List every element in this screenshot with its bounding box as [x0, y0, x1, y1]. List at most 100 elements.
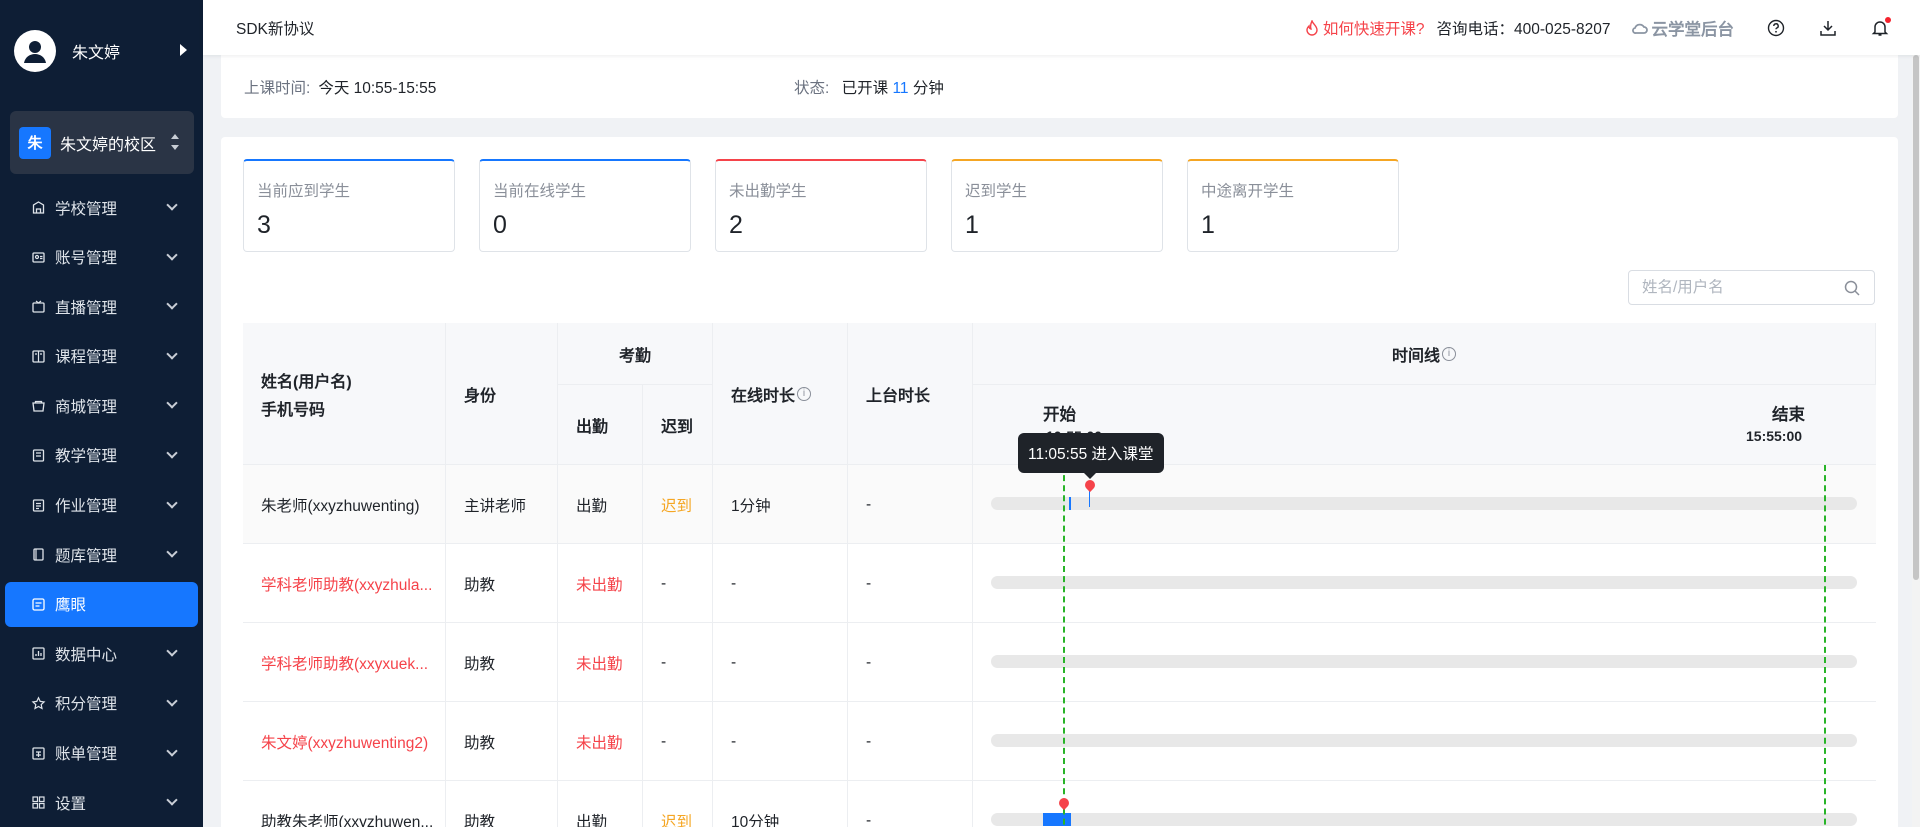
page-title: SDK新协议 — [236, 20, 315, 38]
stat-value: 0 — [493, 211, 507, 239]
sidebar-item[interactable]: 作业管理 — [5, 483, 198, 528]
sidebar-item[interactable]: 直播管理 — [5, 284, 198, 329]
campus-switcher[interactable]: 朱 朱文婷的校区 — [10, 111, 194, 174]
top-header: SDK新协议 如何快速开课? 咨询电话：400-025-8207 云学堂后台 — [203, 0, 1920, 55]
chevron-down-icon — [166, 645, 178, 658]
timeline-end-label: 结束 — [1772, 406, 1805, 424]
sidebar-item[interactable]: 积分管理 — [5, 681, 198, 726]
sidebar-menu: 学校管理账号管理直播管理课程管理 商城管理教学管理作业管理 题库管理鹰眼数据中心积分… — [0, 185, 203, 825]
stat-value: 2 — [729, 211, 743, 239]
caret-right-icon[interactable] — [180, 44, 187, 56]
timeline-start-label: 开始 — [1043, 406, 1076, 424]
th-role: 身份 — [446, 323, 558, 465]
stat-value: 1 — [965, 211, 979, 239]
th-present: 出勤 — [558, 385, 643, 465]
attendance-card: 当前应到学生 3 当前在线学生 0 未出勤学生 2 迟到学生 1 中途离开学生 1 姓名(用户名)… — [221, 137, 1898, 827]
quick-start-link[interactable]: 如何快速开课? — [1305, 17, 1425, 39]
sidebar-item[interactable]: 商城管理 — [5, 383, 198, 428]
user-name: 朱文婷 — [72, 44, 121, 62]
school-icon — [31, 200, 46, 215]
table-row[interactable]: 学科老师助教(xxyxuek... 助教 未出勤 - - - — [243, 623, 1876, 702]
cell-online: - — [713, 623, 848, 702]
online-segment — [1043, 813, 1071, 826]
cell-online: 1分钟 — [713, 465, 848, 544]
cell-late: - — [643, 623, 713, 702]
sidebar-item-label: 学校管理 — [55, 200, 118, 218]
time-value: 今天 10:55-15:55 — [318, 80, 437, 97]
sidebar-item[interactable]: 教学管理 — [5, 433, 198, 478]
time-label: 上课时间: — [244, 80, 311, 97]
cell-role: 助教 — [446, 623, 558, 702]
table-row[interactable]: 朱老师(xxyzhuwenting) 主讲老师 出勤 迟到 1分钟 - — [243, 465, 1876, 544]
cell-timeline — [973, 544, 1876, 623]
sidebar-item[interactable]: 课程管理 — [5, 334, 198, 379]
sidebar-item[interactable]: 账号管理 — [5, 235, 198, 280]
info-icon[interactable]: i — [797, 386, 812, 401]
cell-stage: - — [848, 465, 973, 544]
sidebar-item[interactable]: 题库管理 — [5, 532, 198, 577]
cell-role: 助教 — [446, 781, 558, 827]
settings-icon — [31, 795, 46, 810]
chevron-down-icon — [166, 248, 178, 261]
bell-icon[interactable] — [1870, 16, 1891, 38]
chevron-down-icon — [166, 744, 178, 757]
cell-role: 主讲老师 — [446, 465, 558, 544]
th-late: 迟到 — [643, 385, 713, 465]
sort-icon — [171, 134, 179, 150]
sidebar-item[interactable]: 设置 — [5, 780, 198, 825]
sidebar-item-label: 设置 — [55, 795, 87, 813]
search-icon[interactable] — [1844, 280, 1860, 296]
sidebar-item[interactable]: 账单管理 — [5, 731, 198, 776]
sidebar-item-label: 账号管理 — [55, 250, 118, 268]
sidebar-item[interactable]: 鹰眼 — [5, 581, 198, 627]
fire-icon — [1306, 19, 1318, 36]
data-icon — [31, 646, 46, 661]
cell-name: 助教朱老师(xxyzhuwen... — [243, 781, 446, 827]
user-menu[interactable]: 朱文婷 — [0, 0, 203, 101]
timeline-track — [991, 497, 1857, 510]
status-minutes: 11 — [892, 80, 909, 97]
search-input[interactable] — [1642, 278, 1832, 297]
timeline-track — [991, 734, 1857, 747]
chevron-down-icon — [166, 298, 178, 310]
cell-present: 未出勤 — [558, 623, 643, 702]
notification-dot — [1885, 16, 1891, 23]
cell-role: 助教 — [446, 544, 558, 623]
stat-value: 1 — [1201, 211, 1215, 239]
cell-timeline — [973, 781, 1876, 827]
cell-stage: - — [848, 623, 973, 702]
table-row[interactable]: 学科老师助教(xxyzhula... 助教 未出勤 - - - — [243, 544, 1876, 623]
cell-present: 未出勤 — [558, 544, 643, 623]
cell-late: - — [643, 702, 713, 781]
help-icon[interactable] — [1766, 18, 1786, 38]
th-name: 姓名(用户名) 手机号码 — [243, 323, 446, 465]
stat-value: 3 — [257, 211, 271, 239]
th-name-line1: 姓名(用户名) — [261, 373, 352, 391]
stat-label: 迟到学生 — [965, 183, 1028, 200]
end-guide-line — [1824, 465, 1826, 827]
th-stage: 上台时长 — [848, 323, 973, 465]
status-prefix: 已开课 — [841, 80, 889, 97]
sidebar-item[interactable]: 数据中心 — [5, 631, 198, 676]
online-segment — [1069, 497, 1071, 510]
shop-icon — [31, 398, 46, 413]
points-icon — [31, 696, 46, 711]
search-box[interactable] — [1628, 270, 1875, 305]
info-icon[interactable]: i — [1442, 346, 1456, 361]
sidebar-item-label: 鹰眼 — [55, 597, 87, 615]
stat-card: 当前应到学生 3 — [243, 159, 455, 252]
cell-timeline — [973, 702, 1876, 781]
user-icon — [24, 40, 46, 63]
sidebar-item[interactable]: 学校管理 — [5, 185, 198, 230]
quick-start-label: 如何快速开课? — [1322, 20, 1425, 38]
cell-name: 学科老师助教(xxyxuek... — [243, 623, 446, 702]
brand-link[interactable]: 云学堂后台 — [1631, 16, 1734, 40]
sidebar-item-label: 账单管理 — [55, 746, 118, 764]
sidebar-item-label: 直播管理 — [55, 299, 118, 317]
download-icon[interactable] — [1818, 18, 1838, 38]
scrollbar-thumb[interactable] — [1913, 55, 1919, 580]
sidebar: 朱文婷 朱 朱文婷的校区 学校管理账号管理直播管理课程管理 商城管理教学管理作业管… — [0, 0, 203, 827]
cell-name: 学科老师助教(xxyzhula... — [243, 544, 446, 623]
chevron-down-icon — [166, 695, 178, 707]
table-row[interactable]: 朱文婷(xxyzhuwenting2) 助教 未出勤 - - - — [243, 702, 1876, 781]
